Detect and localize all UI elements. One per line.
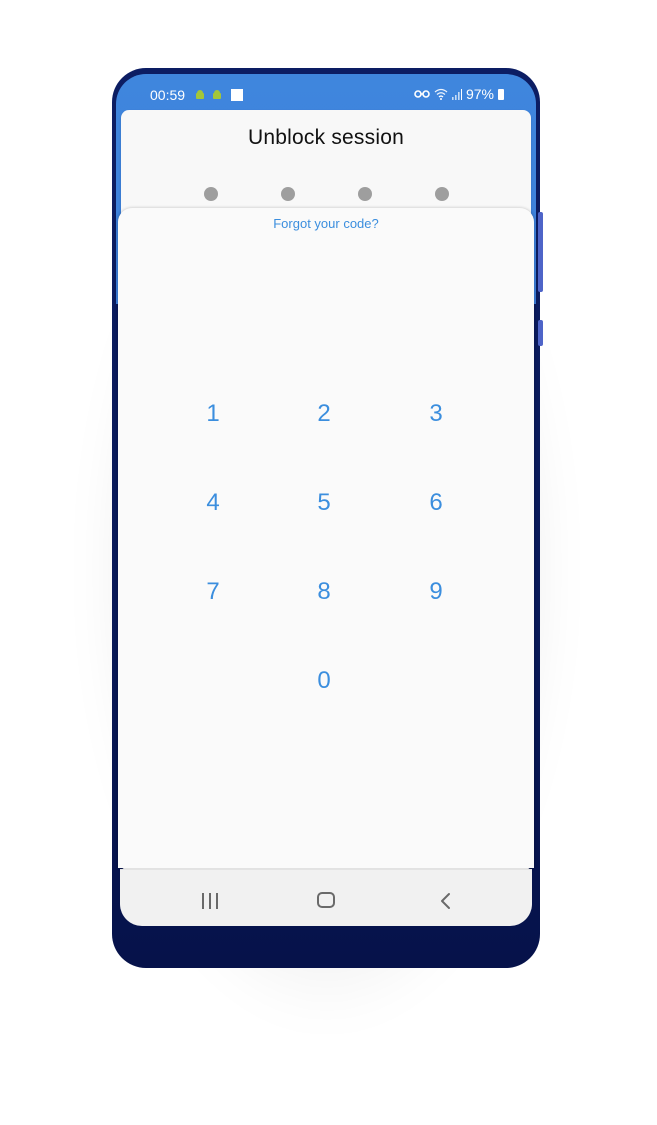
key-4[interactable]: 4 xyxy=(173,473,253,533)
key-9[interactable]: 9 xyxy=(396,562,476,622)
keypad-sheet xyxy=(118,208,534,868)
wifi-icon xyxy=(434,88,448,100)
key-6[interactable]: 6 xyxy=(396,473,476,533)
key-2[interactable]: 2 xyxy=(284,384,364,444)
android-notification-icon xyxy=(196,90,204,99)
side-key xyxy=(538,320,543,346)
status-bar: 00:59 97% xyxy=(120,84,532,106)
back-icon[interactable] xyxy=(438,891,458,911)
key-5[interactable]: 5 xyxy=(284,473,364,533)
recent-apps-icon[interactable] xyxy=(200,893,220,909)
battery-icon xyxy=(498,88,504,100)
forgot-code-link[interactable]: Forgot your code? xyxy=(121,216,531,231)
pin-dot xyxy=(358,187,372,201)
pin-dot xyxy=(281,187,295,201)
key-1[interactable]: 1 xyxy=(173,384,253,444)
status-time: 00:59 xyxy=(150,87,186,103)
home-icon[interactable] xyxy=(317,892,335,908)
key-3[interactable]: 3 xyxy=(396,384,476,444)
status-right: 97% xyxy=(414,86,504,102)
key-8[interactable]: 8 xyxy=(284,562,364,622)
volume-button xyxy=(538,212,543,292)
vpn-key-icon xyxy=(414,90,430,98)
pin-dot xyxy=(204,187,218,201)
key-0[interactable]: 0 xyxy=(284,651,364,711)
android-notification-icon xyxy=(213,90,221,99)
key-7[interactable]: 7 xyxy=(173,562,253,622)
page-title: Unblock session xyxy=(248,126,404,149)
pin-dot xyxy=(435,187,449,201)
signal-icon xyxy=(451,88,462,100)
image-notification-icon xyxy=(231,89,243,101)
battery-level: 97% xyxy=(465,86,494,102)
